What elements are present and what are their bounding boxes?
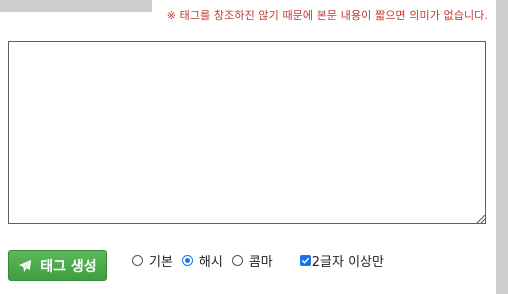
radio-comma[interactable] — [231, 254, 243, 266]
notice-text: ※ 태그를 창조하진 않기 때문에 본문 내용이 짧으면 의미가 없습니다. — [166, 9, 488, 22]
radio-comma-label[interactable]: 콤마 — [249, 251, 273, 270]
radio-basic-label[interactable]: 기본 — [149, 251, 173, 270]
radio-hash-label[interactable]: 해시 — [199, 251, 223, 270]
paper-plane-icon — [19, 259, 32, 272]
min-length-label[interactable]: 2글자 이상만 — [312, 251, 384, 270]
content-textarea[interactable] — [8, 41, 486, 224]
generate-tags-label: 태그 생성 — [40, 258, 97, 275]
radio-basic[interactable] — [132, 254, 143, 266]
resize-grip-icon[interactable] — [475, 213, 485, 223]
generate-tags-button[interactable]: 태그 생성 — [8, 250, 107, 281]
checkmark-icon — [301, 257, 309, 264]
radio-hash[interactable] — [181, 254, 193, 266]
tag-generator-panel: ※ 태그를 창조하진 않기 때문에 본문 내용이 짧으면 의미가 없습니다. 태… — [0, 0, 496, 294]
top-left-gap — [0, 0, 152, 12]
format-options: 기본 해시 콤마 2글자 이상만 — [132, 251, 384, 270]
min-length-checkbox[interactable] — [299, 254, 311, 266]
